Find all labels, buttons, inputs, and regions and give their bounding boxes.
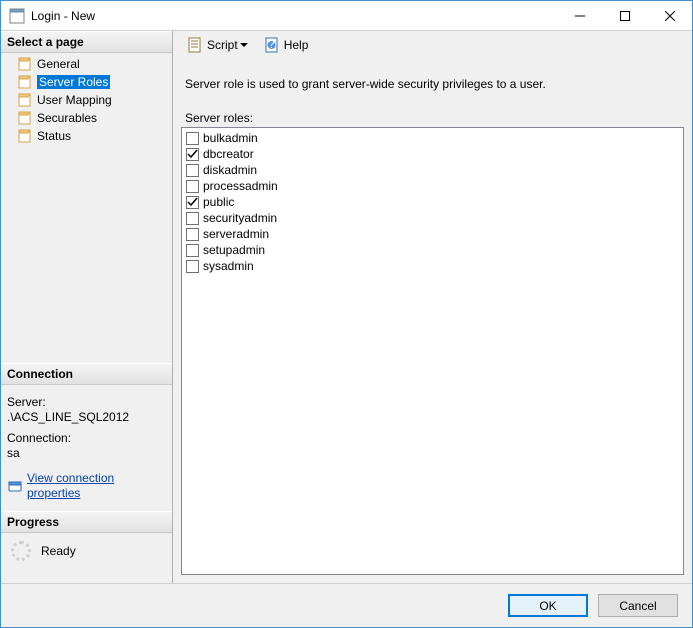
close-button[interactable]	[647, 1, 692, 30]
script-icon	[187, 37, 203, 53]
role-item-serveradmin[interactable]: serveradmin	[184, 226, 681, 242]
connection-header: Connection	[1, 363, 172, 385]
role-checkbox[interactable]	[186, 148, 199, 161]
role-item-securityadmin[interactable]: securityadmin	[184, 210, 681, 226]
login-dialog: Login - New Select a page General Server …	[0, 0, 693, 628]
help-button[interactable]: ? Help	[258, 34, 315, 56]
connection-properties-icon	[7, 478, 23, 494]
server-roles-label: Server roles:	[181, 111, 684, 127]
sidebar-item-label: Server Roles	[37, 75, 110, 89]
role-checkbox[interactable]	[186, 132, 199, 145]
server-role-description: Server role is used to grant server-wide…	[181, 61, 684, 111]
window-title: Login - New	[31, 9, 557, 23]
role-label: diskadmin	[203, 162, 257, 178]
sidebar-item-label: General	[37, 57, 80, 71]
role-item-dbcreator[interactable]: dbcreator	[184, 146, 681, 162]
toolbar: Script ? Help	[173, 31, 692, 59]
left-pane: Select a page General Server Roles User Ma…	[1, 31, 173, 583]
page-icon	[17, 92, 33, 108]
view-connection-properties-link[interactable]: View connection properties	[27, 471, 166, 501]
help-icon: ?	[264, 37, 280, 53]
role-item-diskadmin[interactable]: diskadmin	[184, 162, 681, 178]
sidebar-item-securables[interactable]: Securables	[1, 109, 172, 127]
ok-button[interactable]: OK	[508, 594, 588, 617]
script-button[interactable]: Script	[181, 34, 254, 56]
cancel-button[interactable]: Cancel	[598, 594, 678, 617]
connection-label: Connection:	[7, 431, 166, 446]
content: Server role is used to grant server-wide…	[181, 61, 684, 575]
page-list: General Server Roles User Mapping Securable…	[1, 53, 172, 147]
connection-body: Server: .\ACS_LINE_SQL2012 Connection: s…	[1, 385, 172, 511]
chevron-down-icon[interactable]	[240, 41, 248, 49]
role-checkbox[interactable]	[186, 228, 199, 241]
role-item-setupadmin[interactable]: setupadmin	[184, 242, 681, 258]
sidebar-item-label: Status	[37, 129, 71, 143]
script-label: Script	[207, 38, 238, 52]
sidebar-item-user-mapping[interactable]: User Mapping	[1, 91, 172, 109]
page-icon	[17, 128, 33, 144]
role-label: serveradmin	[203, 226, 269, 242]
maximize-button[interactable]	[602, 1, 647, 30]
role-checkbox[interactable]	[186, 260, 199, 273]
ok-label: OK	[539, 599, 556, 613]
role-label: bulkadmin	[203, 130, 258, 146]
connection-value: sa	[7, 446, 166, 461]
sidebar-item-status[interactable]: Status	[1, 127, 172, 145]
role-checkbox[interactable]	[186, 196, 199, 209]
svg-text:?: ?	[268, 37, 275, 51]
sidebar-item-label: Securables	[37, 111, 97, 125]
role-checkbox[interactable]	[186, 180, 199, 193]
role-label: securityadmin	[203, 210, 277, 226]
role-item-public[interactable]: public	[184, 194, 681, 210]
sidebar-item-server-roles[interactable]: Server Roles	[1, 73, 172, 91]
role-label: sysadmin	[203, 258, 254, 274]
progress-header: Progress	[1, 511, 172, 533]
server-label: Server:	[7, 395, 166, 410]
progress-status: Ready	[41, 544, 76, 558]
role-checkbox[interactable]	[186, 164, 199, 177]
role-label: public	[203, 194, 234, 210]
role-item-bulkadmin[interactable]: bulkadmin	[184, 130, 681, 146]
sidebar-item-general[interactable]: General	[1, 55, 172, 73]
server-roles-listbox[interactable]: bulkadmindbcreatordiskadminprocessadminp…	[181, 127, 684, 575]
progress-body: Ready	[1, 533, 172, 583]
app-icon	[9, 8, 25, 24]
role-item-processadmin[interactable]: processadmin	[184, 178, 681, 194]
role-label: dbcreator	[203, 146, 254, 162]
right-pane: Script ? Help Server role is used to gra…	[173, 31, 692, 583]
cancel-label: Cancel	[619, 599, 656, 613]
server-value: .\ACS_LINE_SQL2012	[7, 410, 166, 425]
select-page-header: Select a page	[1, 31, 172, 53]
page-icon	[17, 110, 33, 126]
sidebar-item-label: User Mapping	[37, 93, 112, 107]
page-icon	[17, 74, 33, 90]
page-icon	[17, 56, 33, 72]
minimize-button[interactable]	[557, 1, 602, 30]
progress-spinner-icon	[11, 541, 31, 561]
help-label: Help	[284, 38, 309, 52]
titlebar: Login - New	[1, 1, 692, 31]
role-label: setupadmin	[203, 242, 265, 258]
role-label: processadmin	[203, 178, 278, 194]
role-checkbox[interactable]	[186, 244, 199, 257]
footer: OK Cancel	[1, 583, 692, 627]
role-item-sysadmin[interactable]: sysadmin	[184, 258, 681, 274]
role-checkbox[interactable]	[186, 212, 199, 225]
